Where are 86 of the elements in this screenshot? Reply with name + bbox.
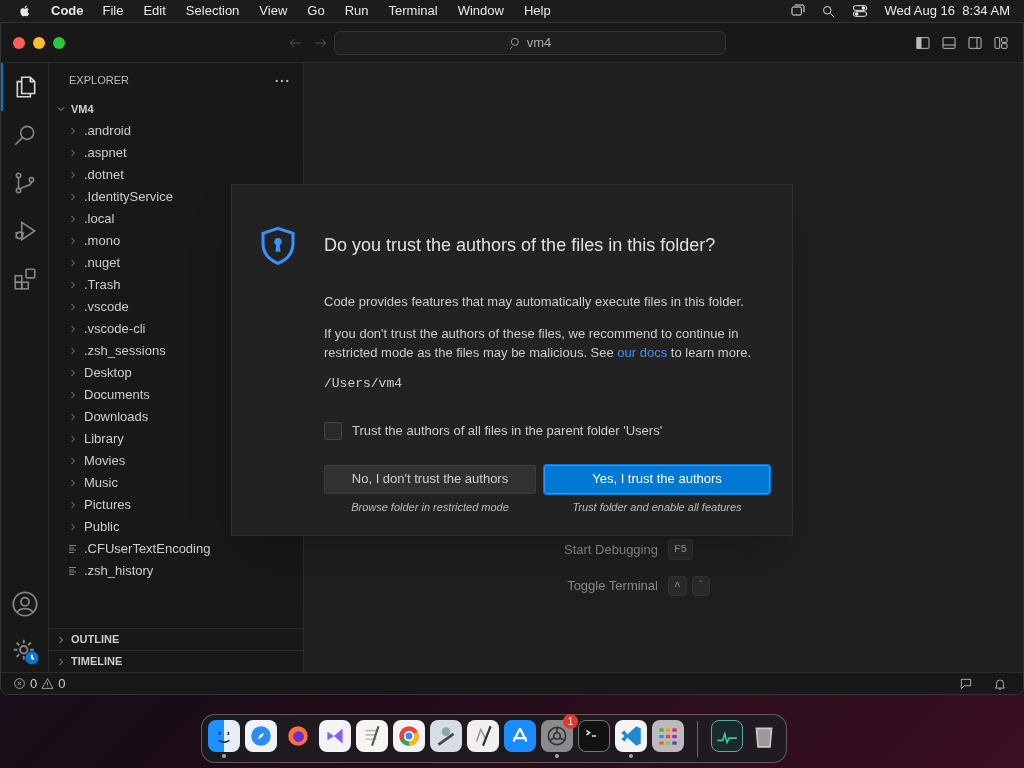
folder-tree-item[interactable]: .Trash [49,274,303,296]
folder-tree-item[interactable]: Pictures [49,494,303,516]
folder-tree-item[interactable]: Documents [49,384,303,406]
dont-trust-button[interactable]: No, I don't trust the authors [324,464,536,494]
command-center-search[interactable]: vm4 [334,30,726,55]
extensions-icon [11,266,38,292]
trust-button[interactable]: Yes, I trust the authors [544,464,770,494]
apple-logo-icon [18,3,32,19]
dialog-message: Code provides features that may automatically execute files in this folder. [324,293,745,311]
section-header[interactable]: OUTLINE [49,628,303,650]
gear-icon[interactable] [541,719,573,752]
folder-tree-item[interactable]: .zsh_sessions [49,340,303,362]
folder-tree-item[interactable]: Desktop [49,362,303,384]
trust-parent-checkbox[interactable] [324,421,342,440]
screen-mirroring-icon[interactable] [789,3,808,19]
menu-item[interactable]: Window [457,1,504,21]
keyboard-key: F5 [667,539,694,560]
app-grid-icon[interactable] [652,719,684,752]
notification-badge: 1 [563,713,578,729]
finder-icon[interactable] [208,719,240,752]
folder-tree-item[interactable]: Library [49,428,303,450]
keyboard-key: ` [691,575,711,596]
more-actions-icon[interactable] [275,78,289,83]
menu-item[interactable]: Run [344,1,369,21]
folder-root-header[interactable]: VM4 [49,98,303,120]
app-menu[interactable]: Code [51,1,84,21]
file-tree-item[interactable]: .CFUserTextEncoding [49,538,303,560]
toggle-panel-icon[interactable] [941,34,957,51]
folder-tree-item[interactable]: Movies [49,450,303,472]
search-icon[interactable] [821,3,837,19]
dialog-title: Do you trust the authors of the files in this folder? [324,234,717,257]
warning-icon [41,677,55,690]
folder-tree-item[interactable]: .mono [49,230,303,252]
folder-tree-item[interactable]: Downloads [49,406,303,428]
keyboard-key: ^ [667,575,687,596]
folder-tree-item[interactable]: Public [49,516,303,538]
notepad-pen-icon[interactable] [356,719,388,752]
folder-tree-item[interactable]: .vscode-cli [49,318,303,340]
code-editor-icon[interactable] [615,719,647,752]
customize-layout-icon[interactable] [993,34,1009,51]
menu-item[interactable]: Go [307,1,325,21]
folder-tree-item[interactable]: .dotnet [49,164,303,186]
docs-link[interactable]: our docs [617,344,668,360]
pencil-paper-icon[interactable] [467,719,499,752]
menu-bar-clock: Wed Aug 16 8:34 AM [884,2,1010,21]
menu-item[interactable]: Selection [185,1,240,21]
button-caption: Trust folder and enable all features [572,499,742,515]
toggle-sidebar-icon[interactable] [915,34,931,51]
shortcut-label: Start Debugging [564,540,658,559]
menu-item[interactable]: Edit [143,1,166,21]
folder-tree-item[interactable]: Music [49,472,303,494]
menu-item[interactable]: View [259,1,288,21]
file-lines-icon [67,565,79,577]
compass-icon[interactable] [245,719,277,752]
zoom-button[interactable] [53,36,65,49]
infinity-loop-icon[interactable] [319,719,351,752]
folder-tree-item[interactable]: .vscode [49,296,303,318]
checkbox-label[interactable]: Trust the authors of all files in the parent folder 'Users' [324,421,770,441]
menu-item[interactable]: File [102,1,124,21]
menu-item[interactable]: Terminal [388,1,438,21]
folder-path: /Users/vm4 [324,374,403,393]
close-button[interactable] [13,36,25,49]
account-icon[interactable] [10,590,39,618]
warning-count[interactable]: 0 [58,673,66,694]
menu-item[interactable]: Help [523,1,551,21]
explorer-title: EXPLORER [69,73,130,89]
dialog-message: If you don't trust the authors of these files, we recommend to continue in restricted mode as the files may be malicious. See our docs to learn more. [324,324,753,362]
folder-tree-item[interactable]: .nuget [49,252,303,274]
folder-tree-item[interactable]: .android [49,120,303,142]
terminal-icon[interactable] [578,719,610,752]
folder-tree-item[interactable]: .local [49,208,303,230]
minimize-button[interactable] [33,36,45,49]
monitor-graph-icon[interactable] [711,719,743,752]
file-lines-icon [67,543,79,555]
folder-tree-item[interactable]: .IdentityService [49,186,303,208]
notifications-bell-icon[interactable] [993,676,1007,691]
error-icon [13,677,26,690]
app-store-icon[interactable] [504,719,536,752]
button-caption: Browse folder in restricted mode [351,499,509,515]
control-center-icon[interactable] [852,3,869,19]
toggle-secondary-sidebar-icon[interactable] [967,34,983,51]
shortcut-label: Toggle Terminal [566,577,658,595]
folder-tree-item[interactable]: .aspnet [49,142,303,164]
feedback-icon[interactable] [959,676,973,691]
file-tree-item[interactable]: .zsh_history [49,560,303,582]
error-count[interactable]: 0 [30,673,38,694]
